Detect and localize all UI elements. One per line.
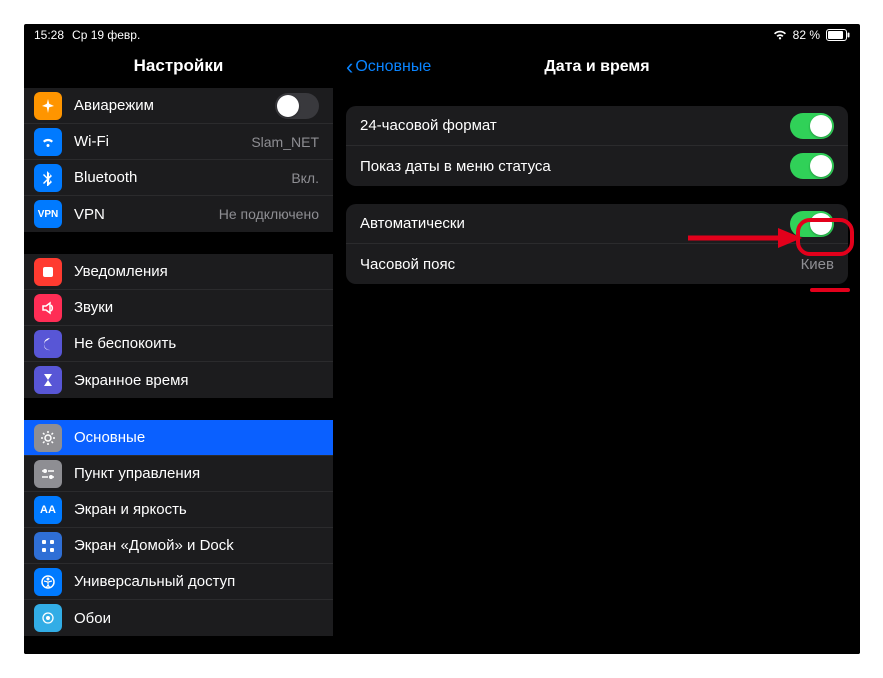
status-time: 15:28 [34, 28, 64, 42]
toggle-24h[interactable] [790, 113, 834, 139]
chevron-left-icon: ‹ [346, 56, 353, 78]
sidebar-item-label: Авиарежим [74, 97, 275, 114]
toggle-automatic[interactable] [790, 211, 834, 237]
sidebar-item-notifications[interactable]: Уведомления [24, 254, 333, 290]
row-label: Автоматически [360, 215, 790, 232]
sidebar-item-label: Экран «Домой» и Dock [74, 537, 319, 554]
timezone-value: Киев [801, 256, 834, 273]
sidebar-item-accessibility[interactable]: Универсальный доступ [24, 564, 333, 600]
vpn-value: Не подключено [219, 206, 319, 222]
status-date: Ср 19 февр. [72, 28, 140, 42]
wallpaper-icon [34, 604, 62, 632]
sidebar: Настройки Авиарежим Wi-Fi Slam_NET Bluet… [24, 46, 334, 654]
sounds-icon [34, 294, 62, 322]
sidebar-item-label: Wi-Fi [74, 133, 251, 150]
row-label: 24-часовой формат [360, 117, 790, 134]
sidebar-item-label: Экран и яркость [74, 501, 319, 518]
toggle-show-date[interactable] [790, 153, 834, 179]
detail-pane: ‹ Основные Дата и время 24-часовой форма… [334, 46, 860, 654]
sidebar-item-label: Bluetooth [74, 169, 291, 186]
sidebar-item-label: Основные [74, 429, 319, 446]
sidebar-item-label: Пункт управления [74, 465, 319, 482]
row-24h-format[interactable]: 24-часовой формат [346, 106, 848, 146]
vpn-icon: VPN [34, 200, 62, 228]
bluetooth-value: Вкл. [291, 170, 319, 186]
row-timezone[interactable]: Часовой пояс Киев [346, 244, 848, 284]
notifications-icon [34, 258, 62, 286]
sidebar-item-airplane[interactable]: Авиарежим [24, 88, 333, 124]
sidebar-item-label: VPN [74, 206, 219, 223]
status-bar: 15:28 Ср 19 февр. 82 % [24, 24, 860, 46]
sidebar-item-general[interactable]: Основные [24, 420, 333, 456]
wifi-value: Slam_NET [251, 134, 319, 150]
sidebar-item-bluetooth[interactable]: Bluetooth Вкл. [24, 160, 333, 196]
row-label: Часовой пояс [360, 256, 801, 273]
sidebar-item-label: Обои [74, 610, 319, 627]
row-label: Показ даты в меню статуса [360, 158, 790, 175]
sidebar-title: Настройки [24, 46, 333, 88]
sidebar-item-label: Универсальный доступ [74, 573, 319, 590]
back-label: Основные [355, 58, 431, 76]
sidebar-item-label: Уведомления [74, 263, 319, 280]
sidebar-item-sounds[interactable]: Звуки [24, 290, 333, 326]
sliders-icon [34, 460, 62, 488]
display-icon: AA [34, 496, 62, 524]
sidebar-item-wallpaper[interactable]: Обои [24, 600, 333, 636]
wifi-icon [34, 128, 62, 156]
sidebar-item-label: Звуки [74, 299, 319, 316]
gear-icon [34, 424, 62, 452]
bluetooth-icon [34, 164, 62, 192]
home-grid-icon [34, 532, 62, 560]
row-show-date[interactable]: Показ даты в меню статуса [346, 146, 848, 186]
row-automatic[interactable]: Автоматически [346, 204, 848, 244]
back-button[interactable]: ‹ Основные [346, 56, 431, 78]
sidebar-item-display[interactable]: AA Экран и яркость [24, 492, 333, 528]
wifi-icon [773, 30, 787, 40]
sidebar-item-label: Не беспокоить [74, 335, 319, 352]
hourglass-icon [34, 366, 62, 394]
sidebar-item-wifi[interactable]: Wi-Fi Slam_NET [24, 124, 333, 160]
accessibility-icon [34, 568, 62, 596]
sidebar-item-dnd[interactable]: Не беспокоить [24, 326, 333, 362]
sidebar-item-screentime[interactable]: Экранное время [24, 362, 333, 398]
airplane-icon [34, 92, 62, 120]
sidebar-item-vpn[interactable]: VPN VPN Не подключено [24, 196, 333, 232]
battery-label: 82 % [793, 28, 820, 42]
battery-icon [826, 29, 850, 41]
airplane-toggle[interactable] [275, 93, 319, 119]
moon-icon [34, 330, 62, 358]
sidebar-item-label: Экранное время [74, 372, 319, 389]
sidebar-item-control-center[interactable]: Пункт управления [24, 456, 333, 492]
sidebar-item-home[interactable]: Экран «Домой» и Dock [24, 528, 333, 564]
